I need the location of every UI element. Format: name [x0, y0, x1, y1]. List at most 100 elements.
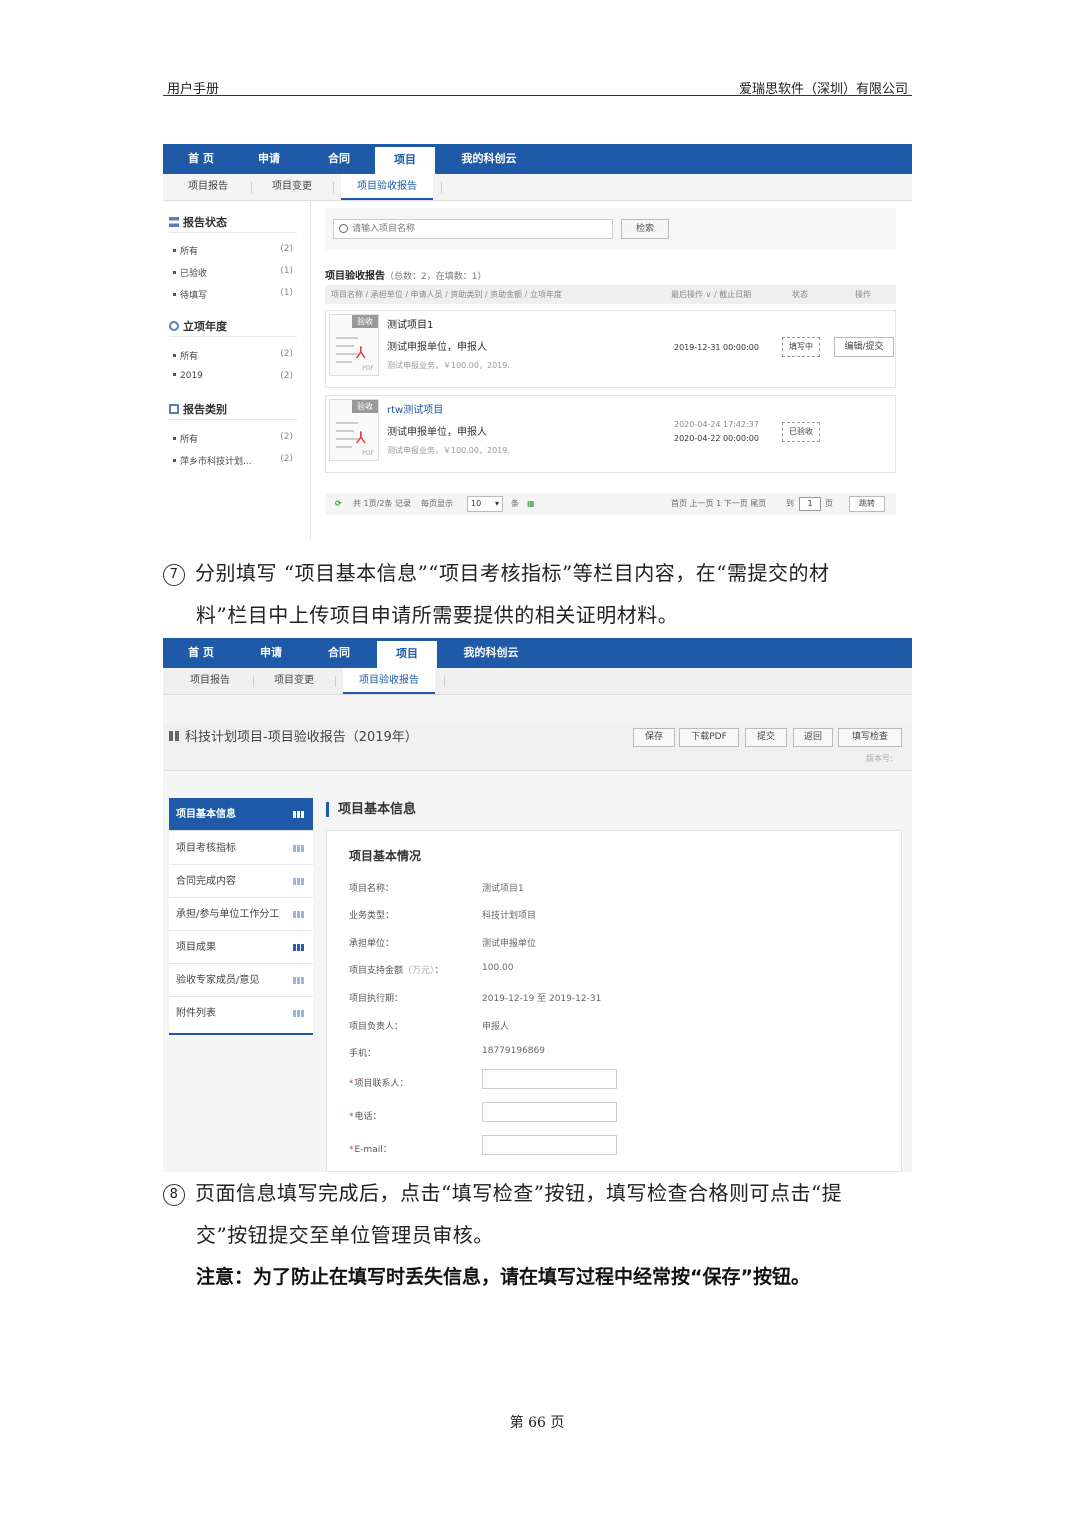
deadline-date: 2019-12-31 00:00:00 — [674, 343, 759, 352]
list-header: 项目名称 / 承担单位 / 申请人员 / 资助类别 / 资助金额 / 立项年度 … — [325, 285, 896, 304]
progress-icon — [293, 1010, 305, 1017]
form-panel: 项目基本情况 项目名称： 测试项目1 业务类型： 科技计划项目 承担单位： 测试申报单… — [326, 830, 902, 1172]
form-nav-contract-content[interactable]: 合同完成内容 — [169, 865, 313, 898]
divider — [169, 232, 297, 233]
pager: ⟳ 共 1页/2条 记录 每页显示 10 ▾ 条 ▦ 首页 上一页 1 下一页 尾… — [325, 493, 896, 515]
nav-mycloud[interactable]: 我的科创云 — [453, 638, 529, 668]
step-number: 7 — [163, 564, 185, 586]
nav-home[interactable]: 首 页 — [171, 638, 231, 668]
subnav-acceptance[interactable]: 项目验收报告 — [343, 668, 435, 694]
divider — [169, 336, 297, 337]
subnav-change[interactable]: 项目变更 — [261, 174, 323, 200]
last-op-date: 2020-04-24 17:42:37 — [674, 420, 759, 429]
step-7: 7 分别填写 “项目基本信息”“项目考核指标”等栏目内容，在“需提交的材 料”栏目… — [163, 552, 923, 636]
top-nav: 首 页 申请 合同 项目 我的科创云 — [163, 144, 912, 174]
filter-row[interactable]: 所有 (2) — [173, 349, 293, 362]
subnav-sep — [251, 182, 252, 193]
filter-row[interactable]: 萍乡市科技计划... (2) — [173, 454, 293, 467]
email-input[interactable] — [482, 1135, 617, 1155]
progress-icon — [293, 878, 305, 885]
section-title: 报告类别 — [183, 403, 227, 416]
col-date[interactable]: 最后操作 ∨ / 截止日期 — [671, 285, 751, 304]
subnav-report[interactable]: 项目报告 — [179, 668, 241, 694]
step-number: 8 — [163, 1184, 185, 1206]
submit-button[interactable]: 提交 — [745, 728, 787, 747]
filter-row[interactable]: 2019 (2) — [173, 371, 293, 381]
jump-button[interactable]: 跳转 — [849, 496, 885, 512]
fill-check-button[interactable]: 填写检查 — [838, 728, 902, 747]
progress-icon — [293, 944, 305, 951]
page-header: 用户手册 爱瑞思软件（深圳）有限公司 — [163, 76, 912, 97]
nav-home[interactable]: 首 页 — [171, 144, 231, 174]
col-op: 操作 — [855, 290, 871, 299]
nav-contract[interactable]: 合同 — [309, 144, 369, 174]
subnav-sep — [444, 676, 445, 687]
project-name[interactable]: 测试项目1 — [387, 316, 433, 331]
form-nav-results[interactable]: 项目成果 — [169, 931, 313, 964]
filter-row[interactable]: 所有 (2) — [173, 244, 293, 257]
project-unit: 测试申报单位，申报人 — [387, 427, 487, 438]
step-text: 料”栏目中上传项目申请所需要提供的相关证明材料。 — [196, 603, 679, 627]
refresh-icon[interactable]: ⟳ — [335, 493, 342, 515]
form-nav-indicators[interactable]: 项目考核指标 — [169, 832, 313, 865]
page-number: 第 66 页 — [509, 1415, 565, 1431]
form-nav-experts[interactable]: 验收专家成员/意见 — [169, 964, 313, 997]
nav-mycloud[interactable]: 我的科创云 — [451, 144, 527, 174]
form-nav-work-division[interactable]: 承担/参与单位工作分工 — [169, 898, 313, 931]
list-icon — [169, 404, 179, 414]
form-nav-attachments[interactable]: 附件列表 — [169, 997, 313, 1030]
form-title: 科技计划项目-项目验收报告（2019年） — [169, 726, 418, 745]
sub-nav: 项目报告 项目变更 项目验收报告 — [163, 174, 912, 201]
page-unit: 页 — [825, 499, 833, 508]
subnav-change[interactable]: 项目变更 — [263, 668, 325, 694]
phone-input[interactable] — [482, 1102, 617, 1122]
report-tag: 验收 — [352, 315, 378, 328]
pdf-icon[interactable]: 验收 ⅄ PDF — [329, 399, 379, 461]
search-button[interactable]: 检索 — [621, 219, 669, 239]
filter-row[interactable]: 已验收 (1) — [173, 266, 293, 279]
filter-sidebar: 报告状态 所有 (2) 已验收 (1) 待填写 (1) 立项年度 所有 (2) 2019… — [163, 202, 311, 540]
project-name[interactable]: rtw测试项目 — [387, 401, 443, 416]
progress-icon — [293, 845, 305, 852]
filter-row[interactable]: 待填写 (1) — [173, 288, 293, 301]
nav-project[interactable]: 项目 — [377, 641, 437, 668]
form-nav-basic-info[interactable]: 项目基本信息 — [169, 798, 313, 831]
pdf-icon[interactable]: 验收 ⅄ PDF — [329, 314, 379, 376]
edit-submit-button[interactable]: 编辑/提交 — [834, 337, 894, 357]
contact-input[interactable] — [482, 1069, 617, 1089]
screenshot-report-list: 首 页 申请 合同 项目 我的科创云 项目报告 项目变更 项目验收报告 报告状态… — [163, 144, 912, 540]
back-button[interactable]: 返回 — [793, 728, 833, 747]
search-icon — [339, 224, 348, 233]
filter-row[interactable]: 所有 (2) — [173, 432, 293, 445]
per-page-unit: 条 — [511, 499, 519, 508]
progress-icon — [293, 977, 305, 984]
section-title: 报告状态 — [183, 216, 227, 229]
section-title: 立项年度 — [183, 320, 227, 333]
nav-apply[interactable]: 申请 — [239, 144, 299, 174]
note-text: 注意：为了防止在填写时丢失信息，请在填写过程中经常按“保存”按钮。 — [196, 1266, 810, 1288]
pager-nav[interactable]: 首页 上一页 1 下一页 尾页 — [671, 493, 766, 515]
filter-section-category: 报告类别 — [169, 401, 227, 417]
status-badge: 已验收 — [782, 422, 820, 442]
download-pdf-button[interactable]: 下载PDF — [679, 728, 739, 747]
report-tag: 验收 — [352, 400, 378, 413]
per-page-select[interactable]: 10 ▾ — [467, 496, 503, 512]
subnav-report[interactable]: 项目报告 — [177, 174, 239, 200]
subnav-acceptance[interactable]: 项目验收报告 — [341, 174, 433, 200]
search-input[interactable]: 请输入项目名称 — [333, 219, 613, 239]
col-project[interactable]: 项目名称 / 承担单位 / 申请人员 / 资助类别 / 资助金额 / 立项年度 — [331, 285, 562, 304]
nav-project[interactable]: 项目 — [375, 147, 435, 174]
step-text: 页面信息填写完成后，点击“填写检查”按钮，填写检查合格则可点击“提 — [195, 1181, 843, 1205]
status-badge: 填写中 — [782, 337, 820, 357]
deadline-date: 2020-04-22 00:00:00 — [674, 434, 759, 443]
save-button[interactable]: 保存 — [633, 728, 675, 747]
excel-icon[interactable]: ▦ — [527, 493, 535, 515]
page-input[interactable]: 1 — [799, 497, 821, 511]
subnav-sep — [333, 182, 334, 193]
subnav-sep — [335, 676, 336, 687]
nav-apply[interactable]: 申请 — [241, 638, 301, 668]
version-label: 版本号: — [866, 754, 893, 763]
pager-total: 共 1页/2条 记录 — [353, 499, 411, 508]
step-text: 交”按钮提交至单位管理员审核。 — [196, 1223, 494, 1247]
nav-contract[interactable]: 合同 — [309, 638, 369, 668]
